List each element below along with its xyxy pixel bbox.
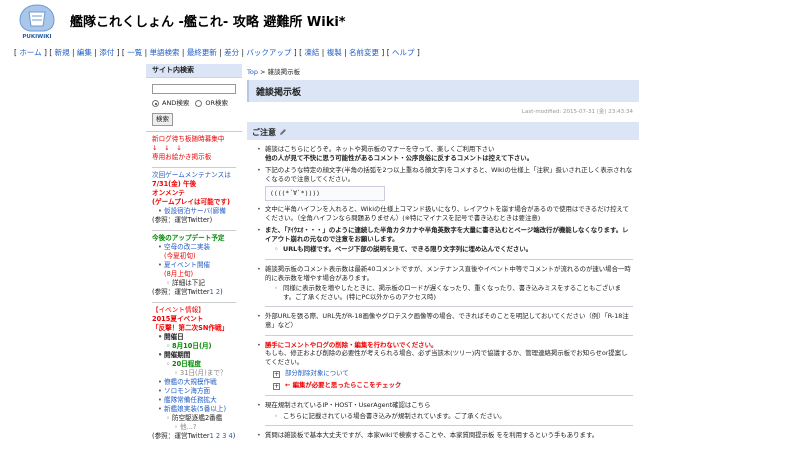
breadcrumb-page: 雑談掲示板 <box>267 68 301 76</box>
source-2-links[interactable]: 1 2 <box>210 288 221 296</box>
breadcrumb-top[interactable]: Top <box>247 68 258 76</box>
sub-item: URLも同様です。ページ下部の説明を見て、できる限り文字列に埋め込んでください。 <box>273 245 633 254</box>
list-item: 文中に半角ハイフンを入れると、Wikiの仕様上コマンド扱いになり、レイアウトを崩… <box>255 205 633 222</box>
divider <box>152 167 236 168</box>
divider <box>152 302 236 303</box>
list-item: 雑談はこちらにどうぞ。ネットや掲示板のマナーを守って、楽しくご利用下さい 他の人… <box>255 145 633 162</box>
divider <box>152 230 236 231</box>
nav-rename[interactable]: 名前変更 <box>349 48 379 57</box>
nav-search[interactable]: 単語検索 <box>150 48 180 57</box>
source-1: (参照：運営Twitter) <box>152 216 213 224</box>
period-end-label: 開催期間 <box>156 351 236 360</box>
recruit-link[interactable]: 専用お絵かき掲示板 <box>152 153 211 161</box>
event-item-d[interactable]: 新艦娘実装(5番以上) <box>164 405 226 413</box>
event-info: 【イベント情報】 <box>152 306 205 314</box>
source-3-links[interactable]: 1 2 3 4 <box>210 432 233 440</box>
nav-help[interactable]: ヘルプ <box>392 48 415 57</box>
main-content: Top > 雑談掲示板 雑談掲示板 Last-modified: 2015-07… <box>247 64 639 474</box>
divider <box>265 395 633 397</box>
list-item: 質問は雑談板で基本大丈夫ですが、本家wikiで検索することや、本家質問提示板 を… <box>255 431 633 440</box>
list-item: 勝手にコメントやログの削除・編集を行わないでください。 もしも、修正および削除の… <box>255 341 633 391</box>
maint-date: 7/31(金) 午後 <box>152 180 197 188</box>
site-title: 艦隊これくしょん -艦これ- 攻略 避難所 Wiki* <box>70 15 346 30</box>
breadcrumb: Top > 雑談掲示板 <box>247 68 301 76</box>
nav-copy[interactable]: 複製 <box>327 48 342 57</box>
event-item-c[interactable]: 艦隊常備任務拡大 <box>164 396 217 404</box>
nav-backup[interactable]: バックアップ <box>246 48 291 57</box>
event-title: 2015夏イベント <box>152 315 204 323</box>
partial-delete-link[interactable]: 部分削除対象について <box>285 369 349 377</box>
nav-home[interactable]: ホーム <box>19 48 41 57</box>
divider <box>265 306 633 308</box>
recruit-arrows: ↓ ↓ ↓ <box>152 144 182 152</box>
divider <box>265 425 633 427</box>
temp-server-link[interactable]: 仮設宿泊サーバ(廊備 <box>164 207 226 215</box>
list-item: 現在規制されているIP・HOST・UserAgent確認はこちら こちらに記載さ… <box>255 401 633 420</box>
search-input[interactable] <box>152 84 236 94</box>
event-item-e: 防空駆逐艦2番艦 <box>164 414 236 423</box>
update-item-1-note: (今夏初旬) <box>164 252 196 260</box>
expand-toggle[interactable]: + <box>273 383 280 391</box>
update-item-1[interactable]: 空母の改二実装 <box>164 243 210 251</box>
last-modified: Last-modified: 2015-07-31 (金) 23:43:34 <box>521 109 633 115</box>
source-3: (参照：運営Twitter1 2 3 4) <box>152 432 236 440</box>
period-until: 31日(月)まで？ <box>172 369 236 378</box>
nav-attach[interactable]: 添付 <box>99 48 114 57</box>
nav-new[interactable]: 新規 <box>55 48 70 57</box>
period-days: 20日程度 <box>164 360 236 369</box>
pukiwiki-logo[interactable]: PUKIWIKI <box>14 2 60 40</box>
event-name: 「反撃！第二次SN作戦」 <box>152 324 229 332</box>
online-title: オンメンテ <box>152 189 185 197</box>
and-label: AND検索 <box>162 99 190 107</box>
notice-heading: ご注意 <box>247 122 639 140</box>
svg-text:PUKIWIKI: PUKIWIKI <box>22 34 51 40</box>
nav-recent[interactable]: 最終更新 <box>187 48 217 57</box>
divider <box>146 131 242 132</box>
and-radio[interactable] <box>152 100 159 107</box>
sub-item: 同様に表示数を増やしたときに、掲示板のロードが遅くなったり、重くなったり、書き込… <box>273 284 633 301</box>
event-item-a[interactable]: 僚艦の大規模作戦 <box>164 378 217 386</box>
nav-freeze[interactable]: 凍結 <box>304 48 319 57</box>
nav-edit[interactable]: 編集 <box>77 48 92 57</box>
source-2: (参照：運営Twitter1 2) <box>152 288 223 296</box>
page-title: 雑談掲示板 <box>256 88 302 98</box>
period-date: 8月10日(月) <box>164 342 236 351</box>
edit-check-note: ← 編集が必要と思ったらここをチェック <box>285 381 402 390</box>
search-heading: サイト内検索 <box>146 64 242 78</box>
recruit-line: 新ログ待ち板随時募集中 <box>152 135 225 143</box>
divider <box>265 334 633 336</box>
or-label: OR検索 <box>205 99 228 107</box>
code-sample: ((((*´∀`*)))) <box>265 186 385 201</box>
nav-list[interactable]: 一覧 <box>127 48 142 57</box>
divider <box>265 258 633 260</box>
sub-item: こちらに記載されている場合書き込みが規制されています。ご了承ください。 <box>273 412 633 421</box>
maint-link[interactable]: 次回ゲームメンテナンスは <box>152 171 236 180</box>
event-item-e-note: 他...? <box>172 423 236 432</box>
sidebar: サイト内検索 AND検索 OR検索 検索 新ログ待ち板随時募集中 ↓ ↓ ↓ 専… <box>146 64 242 474</box>
online-note: (ゲームプレイは可能です) <box>152 198 230 206</box>
list-item: また、「ｱｲｳｴｵ・・・」のように連続した半角カタカナや半角英数字を大量に書き込… <box>255 226 633 254</box>
edit-pencil-icon[interactable] <box>279 128 287 136</box>
list-item: 外部URLを張る際、URL先がR-18画像やグロテスク画像等の場合、できればその… <box>255 312 633 329</box>
expand-toggle[interactable]: + <box>273 371 280 379</box>
expand-row: + ← 編集が必要と思ったらここをチェック <box>265 381 633 391</box>
update-detail: 詳細は下記 <box>164 279 236 288</box>
list-item: 下記のような特定の顔文字(半角の括弧を2つ以上重ねる顔文字)をコメすると、Wik… <box>255 166 633 201</box>
event-item-b[interactable]: ソロモン海方面 <box>164 387 210 395</box>
update-title: 今後のアップデート予定 <box>152 234 225 242</box>
update-item-2[interactable]: 夏イベント開催 <box>164 261 210 269</box>
list-item: 雑談掲示板のコメント表示数は最新40コメントですが、メンテナンス直後やイベント中… <box>255 265 633 301</box>
period-label: 開催日 <box>156 333 236 342</box>
or-radio[interactable] <box>195 100 203 107</box>
navbar: [ ホーム ] [ 新規 | 編集 | 添付 ] [ 一覧 | 単語検索 | 最… <box>14 48 420 57</box>
nav-diff[interactable]: 差分 <box>224 48 239 57</box>
search-mode: AND検索 OR検索 <box>152 99 242 108</box>
update-item-2-note: (8月上旬) <box>164 270 194 278</box>
page-title-box: 雑談掲示板 <box>247 80 639 102</box>
notice-list: 雑談はこちらにどうぞ。ネットや掲示板のマナーを守って、楽しくご利用下さい 他の人… <box>247 140 639 440</box>
search-button[interactable]: 検索 <box>152 113 173 126</box>
expand-row: + 部分削除対象について <box>265 369 633 379</box>
